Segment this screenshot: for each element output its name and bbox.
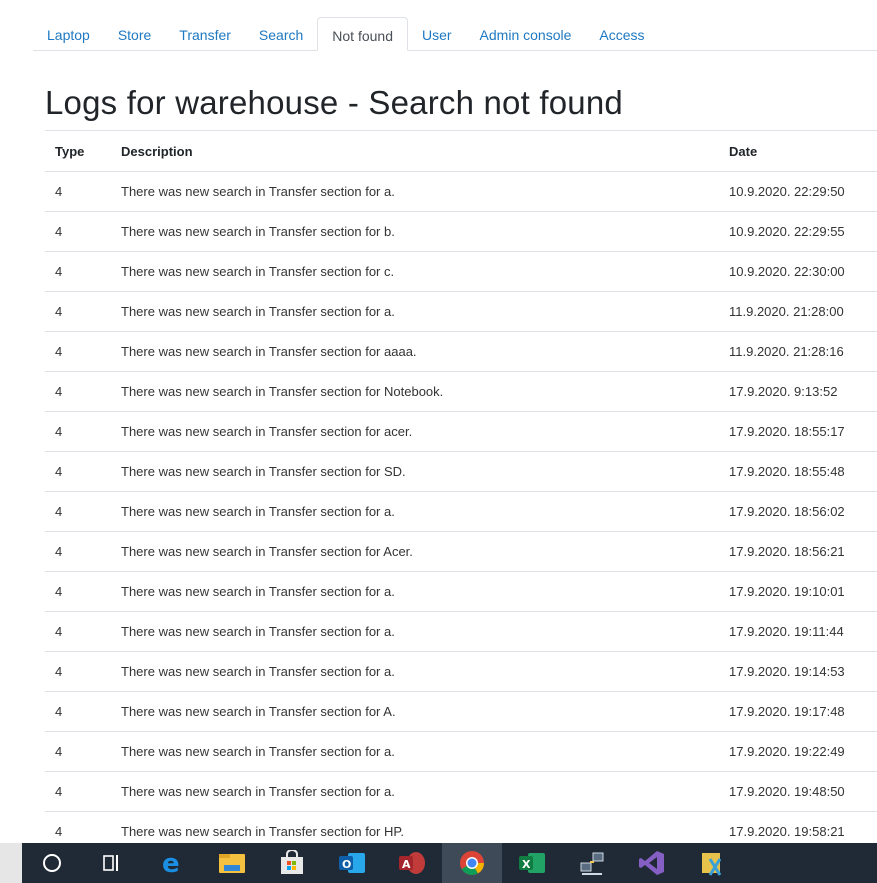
visual-studio-icon[interactable] bbox=[622, 843, 682, 883]
cell-date: 17.9.2020. 19:11:44 bbox=[719, 611, 877, 652]
svg-text:O: O bbox=[342, 858, 351, 871]
cell-date: 17.9.2020. 18:55:48 bbox=[719, 451, 877, 492]
cell-type: 4 bbox=[45, 331, 111, 372]
table-row: 4 There was new search in Transfer sectio… bbox=[45, 411, 877, 452]
column-header-type: Type bbox=[45, 130, 111, 172]
cell-type: 4 bbox=[45, 531, 111, 572]
table-row: 4 There was new search in Transfer sectio… bbox=[45, 371, 877, 412]
column-header-date: Date bbox=[719, 130, 877, 172]
cell-type: 4 bbox=[45, 611, 111, 652]
table-row: 4 There was new search in Transfer sectio… bbox=[45, 251, 877, 292]
network-icon[interactable] bbox=[562, 843, 622, 883]
windows-taskbar: e O A X bbox=[0, 843, 877, 883]
table-row: 4 There was new search in Transfer sectio… bbox=[45, 491, 877, 532]
cell-type: 4 bbox=[45, 371, 111, 412]
table-row: 4 There was new search in Transfer sectio… bbox=[45, 691, 877, 732]
cell-date: 17.9.2020. 19:10:01 bbox=[719, 571, 877, 612]
cell-type: 4 bbox=[45, 411, 111, 452]
cell-type: 4 bbox=[45, 211, 111, 252]
svg-text:e: e bbox=[162, 850, 180, 876]
cell-description: There was new search in Transfer section… bbox=[111, 211, 719, 252]
file-explorer-icon[interactable] bbox=[202, 843, 262, 883]
column-header-description: Description bbox=[111, 130, 719, 172]
tab-access[interactable]: Access bbox=[585, 17, 658, 50]
table-header-row: Type Description Date bbox=[45, 130, 877, 172]
task-view-icon[interactable] bbox=[82, 843, 142, 883]
cell-description: There was new search in Transfer section… bbox=[111, 731, 719, 772]
cell-description: There was new search in Transfer section… bbox=[111, 771, 719, 812]
logs-table-container: Type Description Date 4 There was new sea… bbox=[45, 130, 877, 852]
table-row: 4 There was new search in Transfer sectio… bbox=[45, 651, 877, 692]
cell-type: 4 bbox=[45, 771, 111, 812]
cell-type: 4 bbox=[45, 691, 111, 732]
access-icon[interactable]: A bbox=[382, 843, 442, 883]
cell-date: 17.9.2020. 19:17:48 bbox=[719, 691, 877, 732]
cortana-icon[interactable] bbox=[22, 843, 82, 883]
tab-not-found[interactable]: Not found bbox=[317, 17, 408, 51]
tab-laptop[interactable]: Laptop bbox=[33, 17, 104, 50]
tab-user[interactable]: User bbox=[408, 17, 466, 50]
page-title: Logs for warehouse - Search not found bbox=[45, 84, 623, 121]
logs-table: Type Description Date 4 There was new sea… bbox=[45, 130, 877, 852]
tab-search[interactable]: Search bbox=[245, 17, 317, 50]
cell-type: 4 bbox=[45, 291, 111, 332]
nav-tabs: Laptop Store Transfer Search Not found U… bbox=[33, 17, 877, 51]
cell-date: 17.9.2020. 18:55:17 bbox=[719, 411, 877, 452]
table-row: 4 There was new search in Transfer sectio… bbox=[45, 771, 877, 812]
table-row: 4 There was new search in Transfer sectio… bbox=[45, 731, 877, 772]
start-button[interactable] bbox=[0, 843, 22, 883]
cell-description: There was new search in Transfer section… bbox=[111, 611, 719, 652]
table-row: 4 There was new search in Transfer sectio… bbox=[45, 171, 877, 212]
cell-type: 4 bbox=[45, 451, 111, 492]
cell-description: There was new search in Transfer section… bbox=[111, 251, 719, 292]
cell-date: 17.9.2020. 9:13:52 bbox=[719, 371, 877, 412]
cell-date: 17.9.2020. 19:14:53 bbox=[719, 651, 877, 692]
outlook-icon[interactable]: O bbox=[322, 843, 382, 883]
cell-date: 10.9.2020. 22:30:00 bbox=[719, 251, 877, 292]
cell-date: 10.9.2020. 22:29:50 bbox=[719, 171, 877, 212]
cell-date: 11.9.2020. 21:28:00 bbox=[719, 291, 877, 332]
cell-description: There was new search in Transfer section… bbox=[111, 651, 719, 692]
svg-text:X: X bbox=[522, 858, 531, 871]
table-row: 4 There was new search in Transfer sectio… bbox=[45, 451, 877, 492]
cell-type: 4 bbox=[45, 651, 111, 692]
cell-description: There was new search in Transfer section… bbox=[111, 411, 719, 452]
cell-description: There was new search in Transfer section… bbox=[111, 371, 719, 412]
cell-date: 17.9.2020. 18:56:02 bbox=[719, 491, 877, 532]
cell-date: 10.9.2020. 22:29:55 bbox=[719, 211, 877, 252]
cell-type: 4 bbox=[45, 571, 111, 612]
table-row: 4 There was new search in Transfer sectio… bbox=[45, 571, 877, 612]
table-row: 4 There was new search in Transfer sectio… bbox=[45, 531, 877, 572]
table-row: 4 There was new search in Transfer sectio… bbox=[45, 611, 877, 652]
cell-date: 17.9.2020. 18:56:21 bbox=[719, 531, 877, 572]
tab-transfer[interactable]: Transfer bbox=[165, 17, 245, 50]
cell-description: There was new search in Transfer section… bbox=[111, 691, 719, 732]
cell-type: 4 bbox=[45, 491, 111, 532]
microsoft-store-icon[interactable] bbox=[262, 843, 322, 883]
cell-date: 17.9.2020. 19:22:49 bbox=[719, 731, 877, 772]
cell-date: 11.9.2020. 21:28:16 bbox=[719, 331, 877, 372]
table-row: 4 There was new search in Transfer sectio… bbox=[45, 211, 877, 252]
cell-description: There was new search in Transfer section… bbox=[111, 571, 719, 612]
cell-description: There was new search in Transfer section… bbox=[111, 491, 719, 532]
vs-installer-icon[interactable] bbox=[682, 843, 742, 883]
edge-icon[interactable]: e bbox=[142, 843, 202, 883]
svg-text:A: A bbox=[402, 858, 411, 871]
cell-type: 4 bbox=[45, 251, 111, 292]
cell-date: 17.9.2020. 19:48:50 bbox=[719, 771, 877, 812]
cell-description: There was new search in Transfer section… bbox=[111, 331, 719, 372]
tab-store[interactable]: Store bbox=[104, 17, 165, 50]
cell-description: There was new search in Transfer section… bbox=[111, 531, 719, 572]
cell-description: There was new search in Transfer section… bbox=[111, 451, 719, 492]
cell-type: 4 bbox=[45, 171, 111, 212]
chrome-icon[interactable] bbox=[442, 843, 502, 883]
cell-description: There was new search in Transfer section… bbox=[111, 171, 719, 212]
table-body: 4 There was new search in Transfer sectio… bbox=[45, 171, 877, 852]
cell-description: There was new search in Transfer section… bbox=[111, 291, 719, 332]
table-row: 4 There was new search in Transfer sectio… bbox=[45, 331, 877, 372]
excel-icon[interactable]: X bbox=[502, 843, 562, 883]
table-row: 4 There was new search in Transfer sectio… bbox=[45, 291, 877, 332]
cell-type: 4 bbox=[45, 731, 111, 772]
tab-admin-console[interactable]: Admin console bbox=[466, 17, 586, 50]
